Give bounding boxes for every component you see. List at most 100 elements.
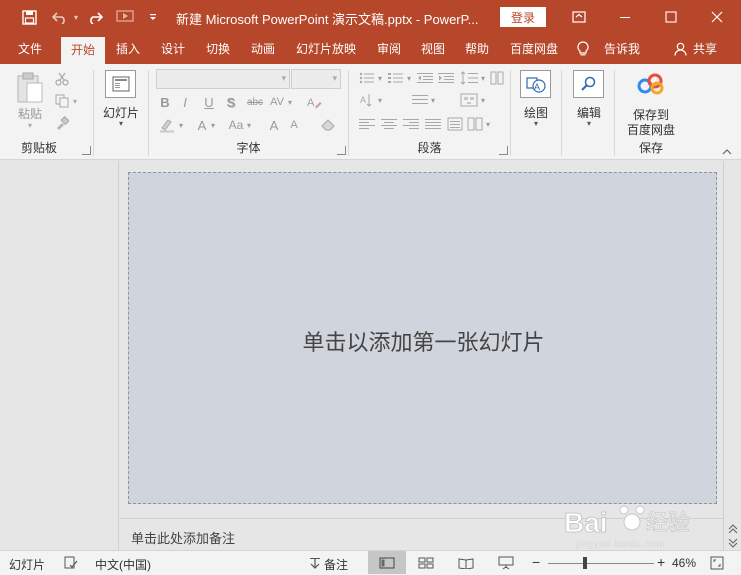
character-spacing-button[interactable]: AV	[268, 93, 286, 111]
bullets-icon[interactable]	[358, 70, 376, 86]
drawing-dropdown-icon[interactable]: ▾	[530, 119, 542, 128]
tab-baidu-netdisk[interactable]: 百度网盘	[503, 34, 565, 64]
smartart-dropdown-icon[interactable]: ▾	[479, 92, 487, 108]
ribbon-display-options-icon[interactable]	[556, 0, 602, 34]
shapes-icon[interactable]: A	[520, 70, 551, 98]
font-color-button[interactable]: A	[195, 116, 209, 134]
tab-file[interactable]: 文件	[8, 34, 52, 64]
tab-home[interactable]: 开始	[61, 37, 105, 64]
paste-icon[interactable]	[14, 70, 46, 106]
zoom-level[interactable]: 46%	[672, 556, 696, 570]
tab-slide-show[interactable]: 幻灯片放映	[290, 34, 362, 64]
reading-view-icon[interactable]	[456, 554, 476, 572]
bold-button[interactable]: B	[157, 93, 173, 111]
scroll-prev-slide-icon[interactable]	[727, 523, 739, 534]
column-layout-dropdown-icon[interactable]: ▾	[484, 116, 492, 132]
distributed-icon[interactable]	[446, 116, 464, 132]
zoom-out-button[interactable]: −	[532, 554, 540, 570]
font-color-dropdown-icon[interactable]: ▾	[209, 116, 217, 134]
text-direction-dropdown-icon[interactable]: ▾	[376, 92, 384, 108]
text-shadow-button[interactable]: S	[223, 93, 239, 111]
save-to-label-line2[interactable]: 百度网盘	[615, 121, 687, 138]
zoom-slider-track[interactable]	[548, 563, 654, 564]
increase-indent-icon[interactable]	[437, 70, 455, 86]
minimize-icon[interactable]	[602, 0, 648, 34]
increase-font-size-button[interactable]: A	[267, 116, 281, 134]
bullets-dropdown-icon[interactable]: ▾	[376, 70, 384, 86]
baidu-netdisk-icon[interactable]	[637, 71, 665, 97]
change-case-button[interactable]: Aa	[225, 116, 247, 134]
collapse-ribbon-icon[interactable]	[721, 146, 733, 158]
language-indicator[interactable]: 中文(中国)	[95, 556, 151, 573]
notes-pane[interactable]: 单击此处添加备注	[120, 518, 723, 550]
cut-icon[interactable]	[54, 70, 70, 88]
slide-thumbnail-pane[interactable]	[0, 161, 119, 550]
tell-me-search[interactable]: 告诉我	[596, 34, 648, 64]
column-layout-icon[interactable]	[466, 116, 484, 132]
tab-insert[interactable]: 插入	[108, 34, 148, 64]
underline-button[interactable]: U	[201, 93, 217, 111]
clear-formatting-icon[interactable]: A	[305, 93, 323, 111]
normal-view-icon[interactable]	[368, 551, 406, 574]
tab-animations[interactable]: 动画	[243, 34, 283, 64]
line-spacing-dropdown-icon[interactable]: ▾	[479, 70, 487, 86]
numbering-icon[interactable]	[387, 70, 405, 86]
highlight-dropdown-icon[interactable]: ▾	[177, 116, 185, 134]
sign-in-button[interactable]: 登录	[500, 7, 546, 27]
line-spacing-icon[interactable]	[459, 70, 479, 86]
eraser-icon[interactable]	[319, 116, 337, 134]
slide-sorter-icon[interactable]	[416, 554, 436, 572]
font-launcher-icon[interactable]	[337, 146, 346, 155]
notes-placeholder[interactable]: 单击此处添加备注	[131, 528, 235, 547]
find-icon[interactable]	[573, 70, 604, 98]
tab-help[interactable]: 帮助	[457, 34, 497, 64]
align-center-icon[interactable]	[380, 116, 398, 132]
italic-button[interactable]: I	[177, 93, 193, 111]
share-person-icon[interactable]	[671, 34, 689, 64]
character-spacing-dropdown-icon[interactable]: ▾	[286, 93, 294, 111]
start-from-beginning-icon[interactable]	[115, 7, 135, 27]
tab-review[interactable]: 审阅	[369, 34, 409, 64]
align-left-icon[interactable]	[358, 116, 376, 132]
undo-dropdown-icon[interactable]: ▾	[66, 7, 86, 27]
slide-indicator[interactable]: 幻灯片	[9, 556, 45, 573]
share-button[interactable]: 共享	[690, 34, 720, 64]
format-painter-icon[interactable]	[54, 114, 70, 132]
strikethrough-button[interactable]: abc	[244, 93, 266, 111]
copy-icon[interactable]	[54, 92, 70, 110]
change-case-dropdown-icon[interactable]: ▾	[245, 116, 253, 134]
add-first-slide-placeholder[interactable]: 单击以添加第一张幻灯片	[129, 325, 718, 357]
fit-to-window-icon[interactable]	[707, 554, 727, 572]
new-slide-icon[interactable]	[105, 70, 136, 98]
align-text-icon[interactable]	[411, 92, 429, 108]
tab-view[interactable]: 视图	[413, 34, 453, 64]
align-right-icon[interactable]	[402, 116, 420, 132]
justify-icon[interactable]	[424, 116, 442, 132]
paste-dropdown-icon[interactable]: ▾	[24, 121, 36, 130]
decrease-font-size-button[interactable]: A	[287, 116, 301, 134]
notes-icon[interactable]	[305, 554, 325, 572]
customize-qat-icon[interactable]	[143, 7, 163, 27]
zoom-slider-thumb[interactable]	[583, 557, 588, 569]
smartart-convert-icon[interactable]	[459, 92, 479, 108]
spell-check-icon[interactable]	[61, 554, 81, 572]
slide-canvas[interactable]: 单击以添加第一张幻灯片	[128, 172, 717, 504]
editing-dropdown-icon[interactable]: ▾	[583, 119, 595, 128]
zoom-in-button[interactable]: +	[657, 554, 665, 570]
vertical-scrollbar[interactable]	[723, 161, 741, 550]
columns-icon[interactable]	[488, 70, 506, 86]
copy-dropdown-icon[interactable]: ▾	[70, 92, 80, 110]
clipboard-launcher-icon[interactable]	[82, 146, 91, 155]
tab-transitions[interactable]: 切换	[198, 34, 238, 64]
decrease-indent-icon[interactable]	[416, 70, 434, 86]
highlight-color-icon[interactable]	[157, 116, 177, 134]
tab-design[interactable]: 设计	[153, 34, 193, 64]
text-direction-icon[interactable]: A	[358, 92, 376, 108]
align-text-dropdown-icon[interactable]: ▾	[429, 92, 437, 108]
font-name-combo[interactable]: ▾	[156, 69, 290, 89]
font-size-combo[interactable]: ▾	[291, 69, 341, 89]
close-icon[interactable]	[694, 0, 740, 34]
maximize-icon[interactable]	[648, 0, 694, 34]
lightbulb-icon[interactable]	[575, 34, 591, 64]
notes-toggle-button[interactable]: 备注	[324, 556, 348, 573]
